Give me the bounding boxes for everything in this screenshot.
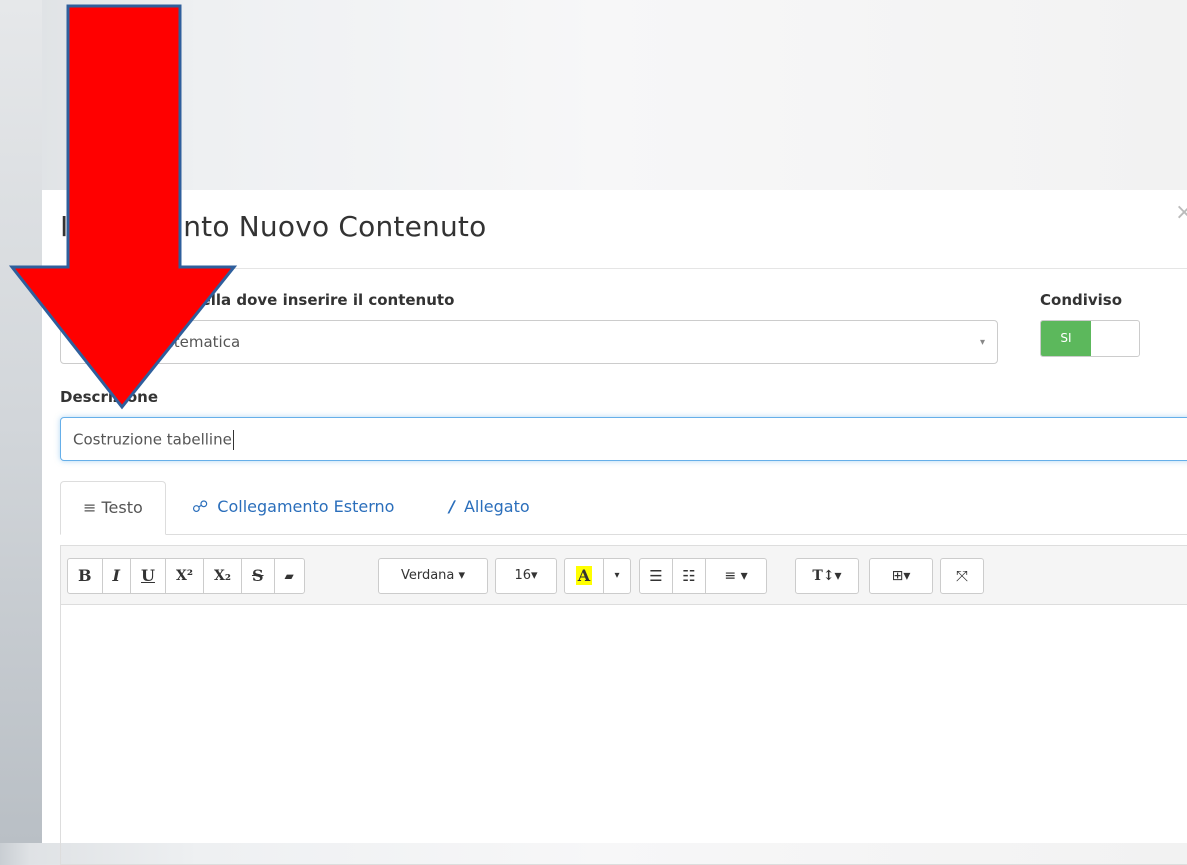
tab-allegato[interactable]: ∕ Allegato [427, 481, 552, 533]
paragraph-group: ☰ ☷ ≡ ▾ [639, 558, 767, 594]
align-dropdown[interactable]: ≡ ▾ [705, 558, 767, 594]
color-group: A ▾ [564, 558, 631, 594]
unordered-list-icon[interactable]: ☰ [639, 558, 673, 594]
font-family-dropdown[interactable]: Verdana ▾ [378, 558, 488, 594]
description-input-value: Costruzione tabelline [73, 430, 234, 450]
font-family-group: Verdana ▾ [378, 558, 488, 594]
view-group: ⤧ [940, 558, 984, 594]
red-down-arrow-annotation [8, 4, 238, 410]
align-left-icon: ≡ [83, 498, 97, 517]
shared-toggle[interactable]: SI [1040, 320, 1140, 357]
tab-label: Collegamento Esterno [217, 497, 395, 516]
chevron-down-icon: ▾ [979, 337, 985, 348]
line-height-dropdown[interactable]: T↕▾ [795, 558, 859, 594]
ordered-list-icon[interactable]: ☷ [672, 558, 706, 594]
fullscreen-icon[interactable]: ⤧ [940, 558, 984, 594]
superscript-button[interactable]: X² [164, 558, 204, 594]
description-input[interactable]: Costruzione tabelline [60, 417, 1187, 461]
content-tabs: ≡ Testo ☍ Collegamento Esterno ∕ Allegat… [60, 481, 1187, 535]
underline-button[interactable]: U [130, 558, 166, 594]
link-icon: ☍ [192, 497, 209, 516]
color-dropdown-caret[interactable]: ▾ [603, 558, 631, 594]
shared-label: Condiviso [1040, 291, 1123, 309]
format-group: B I U X² X₂ S ▰ [67, 558, 305, 594]
tab-collegamento-esterno[interactable]: ☍ Collegamento Esterno [170, 481, 416, 533]
close-icon[interactable]: × [1175, 200, 1187, 225]
tab-testo[interactable]: ≡ Testo [60, 481, 166, 535]
tab-label: Testo [101, 498, 143, 517]
editor-toolbar: B I U X² X₂ S ▰ Verdana ▾ 16▾ A ▾ ☰ ☷ ≡ [61, 546, 1187, 605]
bold-button[interactable]: B [67, 558, 103, 594]
tab-label: Allegato [463, 497, 530, 516]
table-group: ⊞▾ [869, 558, 933, 594]
subscript-button[interactable]: X₂ [202, 558, 242, 594]
table-dropdown[interactable]: ⊞▾ [869, 558, 933, 594]
arrow-shape [8, 4, 238, 410]
font-size-dropdown[interactable]: 16▾ [495, 558, 557, 594]
strikethrough-button[interactable]: S [240, 558, 275, 594]
rich-text-editor[interactable]: B I U X² X₂ S ▰ Verdana ▾ 16▾ A ▾ ☰ ☷ ≡ [60, 545, 1187, 865]
font-size-group: 16▾ [495, 558, 557, 594]
text-color-button[interactable]: A [564, 558, 604, 594]
paperclip-icon: ∕ [449, 497, 455, 516]
line-height-group: T↕▾ [795, 558, 859, 594]
eraser-icon[interactable]: ▰ [273, 558, 305, 594]
shared-toggle-on: SI [1041, 321, 1091, 356]
italic-button[interactable]: I [101, 558, 132, 594]
